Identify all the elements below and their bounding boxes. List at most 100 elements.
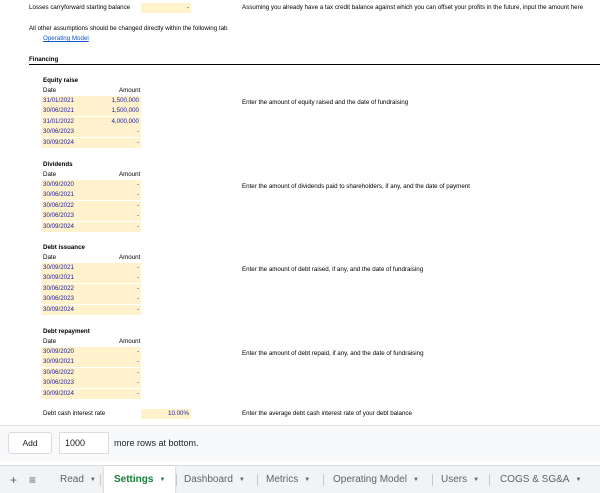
add-sheet-icon[interactable]: + <box>10 474 17 486</box>
tab-separator <box>489 474 490 486</box>
section-note: Enter the amount of debt repaid, if any,… <box>242 350 424 357</box>
chevron-down-icon: ▼ <box>473 477 480 483</box>
amount-cell: 4,000,000 <box>111 117 139 125</box>
interest-label: Debt cash interest rate <box>43 410 106 417</box>
more-rows-label: more rows at bottom. <box>114 438 199 448</box>
tab-label: Operating Model <box>333 474 407 485</box>
amount-cell: 1,500,000 <box>111 107 139 115</box>
date-cell: 30/06/2023 <box>43 212 74 220</box>
date-cell: 30/06/2022 <box>43 284 74 292</box>
section-title: Debt repayment <box>43 328 90 335</box>
date-cell: 30/06/2023 <box>43 295 74 303</box>
amount-cell: - <box>136 274 139 282</box>
amount-cell: - <box>136 264 139 271</box>
section-note: Enter the amount of dividends paid to sh… <box>242 183 470 190</box>
chevron-down-icon: ▼ <box>89 477 96 483</box>
tab-separator <box>100 474 101 486</box>
date-cell: 30/09/2024 <box>43 138 74 146</box>
tab-label: Settings <box>114 474 154 485</box>
date-cell: 31/01/2022 <box>43 117 74 125</box>
date-cell: 30/09/2024 <box>43 389 74 397</box>
date-cell: 30/06/2022 <box>43 368 74 376</box>
interest-note: Enter the average debt cash interest rat… <box>242 410 412 417</box>
amount-cell: - <box>136 222 139 230</box>
amount-cell: - <box>136 201 139 209</box>
tab-separator <box>323 474 324 486</box>
chevron-down-icon: ▼ <box>412 477 419 483</box>
financing-divider <box>29 64 600 65</box>
date-cell: 30/09/2020 <box>43 181 74 188</box>
section-note: Enter the amount of debt raised, if any,… <box>242 266 424 273</box>
tab-metrics[interactable]: Metrics ▼ <box>266 466 310 493</box>
amount-cell: - <box>136 284 139 292</box>
spreadsheet-grid[interactable]: Losses carryforward starting balance - A… <box>0 0 600 425</box>
financing-title: Financing <box>29 56 59 63</box>
chevron-down-icon: ▼ <box>238 477 245 483</box>
add-rows-button[interactable]: Add <box>8 432 52 454</box>
amount-cell: 1,500,000 <box>111 97 139 104</box>
amount-cell: - <box>136 358 139 366</box>
amount-cell: - <box>136 181 139 188</box>
amount-header: Amount <box>119 171 141 178</box>
date-header: Date <box>43 254 57 261</box>
chevron-down-icon: ▼ <box>304 477 311 483</box>
tab-settings[interactable]: Settings ▼ <box>104 466 176 493</box>
amount-cell: - <box>136 191 139 199</box>
amount-header: Amount <box>119 87 141 94</box>
tab-dashboard[interactable]: Dashboard ▼ <box>184 466 245 493</box>
amount-cell: - <box>136 212 139 220</box>
date-header: Date <box>43 338 57 345</box>
date-cell: 30/09/2024 <box>43 222 74 230</box>
date-header: Date <box>43 171 57 178</box>
date-cell: 31/01/2021 <box>43 97 74 104</box>
date-cell: 30/06/2022 <box>43 201 74 209</box>
tab-read[interactable]: Read ▼ <box>60 466 96 493</box>
chevron-down-icon: ▼ <box>159 477 166 483</box>
tab-separator <box>176 474 177 486</box>
tab-label: Users <box>441 474 468 485</box>
amount-cell: - <box>136 128 139 136</box>
amount-cell: - <box>136 295 139 303</box>
amount-header: Amount <box>119 338 141 345</box>
operating-model-link[interactable]: Operating Model <box>43 35 89 43</box>
tab-label: Metrics <box>266 474 299 485</box>
chevron-down-icon: ▼ <box>575 477 582 483</box>
tab-operating-model[interactable]: Operating Model ▼ <box>333 466 419 493</box>
amount-cell: - <box>136 305 139 313</box>
date-cell: 30/09/2021 <box>43 274 74 282</box>
date-cell: 30/06/2021 <box>43 191 74 199</box>
sheet-tab-bar: + ≡ Read ▼ Settings ▼ Dashboard ▼ Metrics ▼ Oper… <box>0 465 600 493</box>
tab-users[interactable]: Users ▼ <box>441 466 479 493</box>
all-sheets-icon[interactable]: ≡ <box>29 474 36 486</box>
losses-label: Losses carryforward starting balance <box>29 4 131 11</box>
amount-cell: - <box>136 348 139 355</box>
amount-header: Amount <box>119 254 141 261</box>
interest-value: 10.00% <box>168 410 189 417</box>
section-note: Enter the amount of equity raised and th… <box>242 99 409 106</box>
losses-value: - <box>186 4 189 11</box>
tab-label: Dashboard <box>184 474 233 485</box>
rows-count-input[interactable] <box>59 432 109 454</box>
tab-separator <box>257 474 258 486</box>
date-cell: 30/09/2020 <box>43 348 74 355</box>
date-cell: 30/09/2024 <box>43 305 74 313</box>
losses-note: Assuming you already have a tax credit b… <box>242 4 584 11</box>
tab-cogs-sg-a[interactable]: COGS & SG&A ▼ <box>500 466 581 493</box>
tab-separator <box>432 474 433 486</box>
add-rows-bar: Add more rows at bottom. <box>0 425 600 461</box>
date-cell: 30/09/2021 <box>43 264 74 271</box>
section-title: Dividends <box>43 161 73 168</box>
amount-cell: - <box>136 379 139 387</box>
assumptions-note: All other assumptions should be changed … <box>29 25 228 32</box>
amount-cell: - <box>136 138 139 146</box>
tab-label: COGS & SG&A <box>500 474 570 485</box>
section-title: Debt issuance <box>43 244 85 251</box>
amount-cell: - <box>136 389 139 397</box>
date-cell: 30/06/2023 <box>43 379 74 387</box>
section-title: Equity raise <box>43 77 79 84</box>
date-header: Date <box>43 87 57 94</box>
date-cell: 30/09/2021 <box>43 358 74 366</box>
amount-cell: - <box>136 368 139 376</box>
tab-label: Read <box>60 474 84 485</box>
date-cell: 30/06/2023 <box>43 128 74 136</box>
